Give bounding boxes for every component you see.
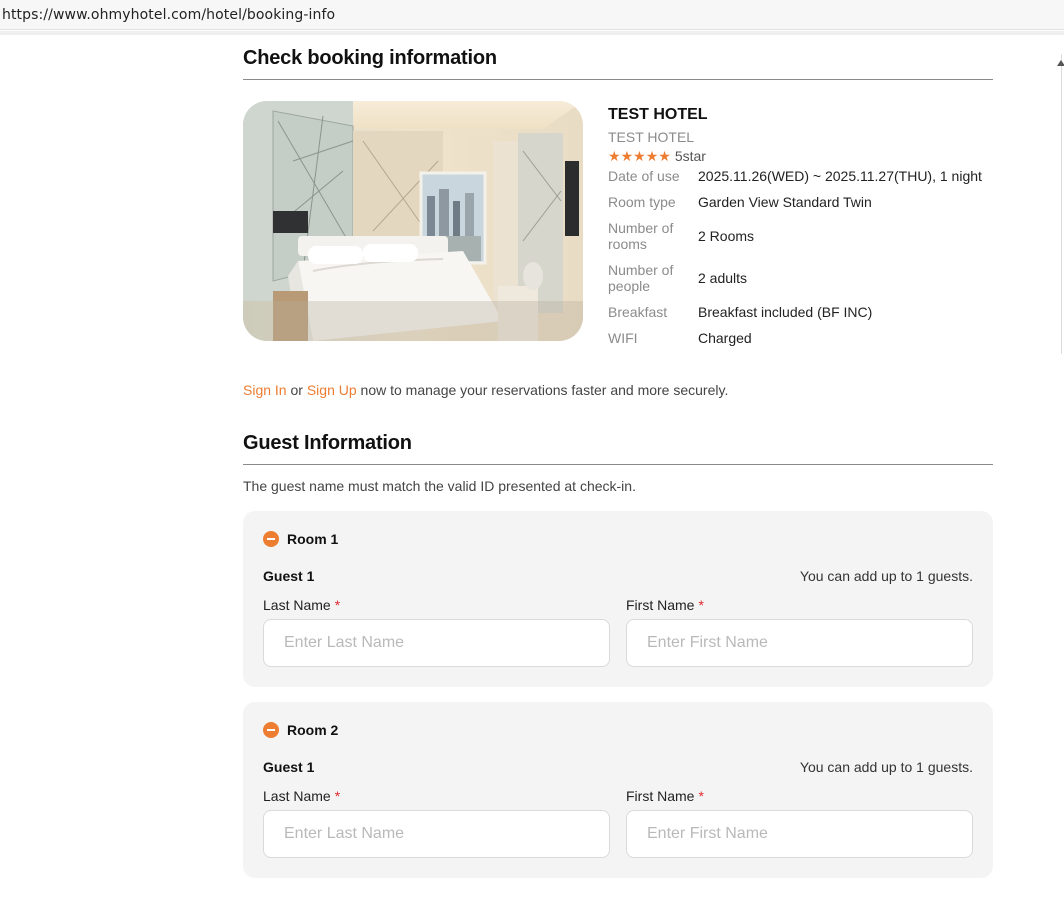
required-mark: *	[698, 597, 704, 613]
detail-value: 2 Rooms	[698, 228, 755, 244]
detail-row-people: Number of people 2 adults	[608, 262, 998, 294]
last-name-label-text: Last Name	[263, 788, 331, 804]
guest-title: Guest 1	[263, 568, 315, 584]
room-header[interactable]: Room 1	[263, 531, 338, 547]
hotel-summary: TEST HOTEL TEST HOTEL ★ ★ ★ ★ ★ 5star	[608, 106, 998, 164]
address-bar-divider	[0, 31, 1064, 35]
detail-value: Garden View Standard Twin	[698, 194, 872, 210]
hotel-subname: TEST HOTEL	[608, 129, 695, 145]
detail-row-room-type: Room type Garden View Standard Twin	[608, 194, 998, 210]
detail-label: Breakfast	[608, 304, 668, 320]
guest-name-note: The guest name must match the valid ID p…	[243, 478, 636, 494]
detail-row-wifi: WIFI Charged	[608, 330, 998, 346]
last-name-label: Last Name *	[263, 788, 340, 804]
first-name-input[interactable]	[626, 619, 973, 667]
required-mark: *	[334, 597, 341, 613]
guest-limit-note: You can add up to 1 guests.	[799, 568, 973, 584]
collapse-minus-icon[interactable]	[263, 722, 279, 738]
first-name-label-text: First Name	[626, 788, 695, 804]
detail-label: Room type	[608, 194, 676, 210]
guest-title: Guest 1	[263, 759, 315, 775]
detail-label: Number of people	[608, 262, 674, 294]
booking-section-divider	[243, 79, 993, 80]
required-mark: *	[334, 788, 341, 804]
hotel-rating: ★ ★ ★ ★ ★ 5star	[608, 148, 998, 164]
signin-prompt: Sign In or Sign Up now to manage your re…	[243, 382, 728, 398]
required-mark: *	[698, 788, 704, 804]
detail-row-breakfast: Breakfast Breakfast included (BF INC)	[608, 304, 998, 320]
detail-value: 2025.11.26(WED) ~ 2025.11.27(THU), 1 nig…	[698, 168, 982, 184]
star-icon: ★	[633, 148, 646, 164]
room-card-2: Room 2 Guest 1 You can add up to 1 guest…	[243, 702, 993, 878]
scrollbar-track[interactable]	[1061, 54, 1062, 354]
last-name-label: Last Name *	[263, 597, 340, 613]
scroll-up-arrow-icon[interactable]	[1057, 60, 1064, 66]
detail-value: Charged	[698, 330, 752, 346]
last-name-input[interactable]	[263, 810, 610, 858]
last-name-input[interactable]	[263, 619, 610, 667]
first-name-input[interactable]	[626, 810, 973, 858]
first-name-label-text: First Name	[626, 597, 695, 613]
star-icon: ★	[620, 148, 634, 164]
detail-value: 2 adults	[698, 270, 748, 286]
room-title: Room 2	[287, 722, 339, 738]
detail-label: Date of use	[608, 168, 680, 184]
detail-value: Breakfast included (BF INC)	[698, 304, 873, 320]
last-name-label-text: Last Name	[263, 597, 331, 613]
browser-address-bar[interactable]: https://www.ohmyhotel.com/hotel/booking-…	[0, 0, 1064, 30]
guest-limit-note: You can add up to 1 guests.	[799, 759, 973, 775]
hotel-room-photo	[243, 101, 583, 341]
room-header[interactable]: Room 2	[263, 722, 338, 738]
hotel-name: TEST HOTEL	[608, 106, 708, 123]
first-name-label: First Name *	[626, 597, 704, 613]
detail-label: WIFI	[608, 330, 638, 346]
detail-row-rooms: Number of rooms 2 Rooms	[608, 220, 998, 252]
rating-label: 5star	[674, 148, 706, 164]
sign-in-link[interactable]: Sign In	[243, 382, 287, 398]
collapse-minus-icon[interactable]	[263, 531, 279, 547]
detail-row-date: Date of use 2025.11.26(WED) ~ 2025.11.27…	[608, 168, 998, 184]
first-name-label: First Name *	[626, 788, 704, 804]
address-url[interactable]: https://www.ohmyhotel.com/hotel/booking-…	[2, 7, 335, 23]
star-icon: ★	[658, 148, 671, 164]
room-card-1: Room 1 Guest 1 You can add up to 1 guest…	[243, 511, 993, 687]
signin-suffix-text: now to manage your reservations faster a…	[356, 382, 729, 398]
guest-section-divider	[243, 464, 993, 465]
room-title: Room 1	[287, 531, 339, 547]
guest-section-title: Guest Information	[243, 432, 412, 454]
sign-up-link[interactable]: Sign Up	[307, 382, 357, 398]
booking-section-title: Check booking information	[243, 47, 497, 69]
detail-label: Number of rooms	[608, 220, 674, 252]
signin-or-text: or	[286, 382, 307, 398]
star-icon: ★	[645, 148, 659, 164]
star-icon: ★	[608, 148, 621, 164]
